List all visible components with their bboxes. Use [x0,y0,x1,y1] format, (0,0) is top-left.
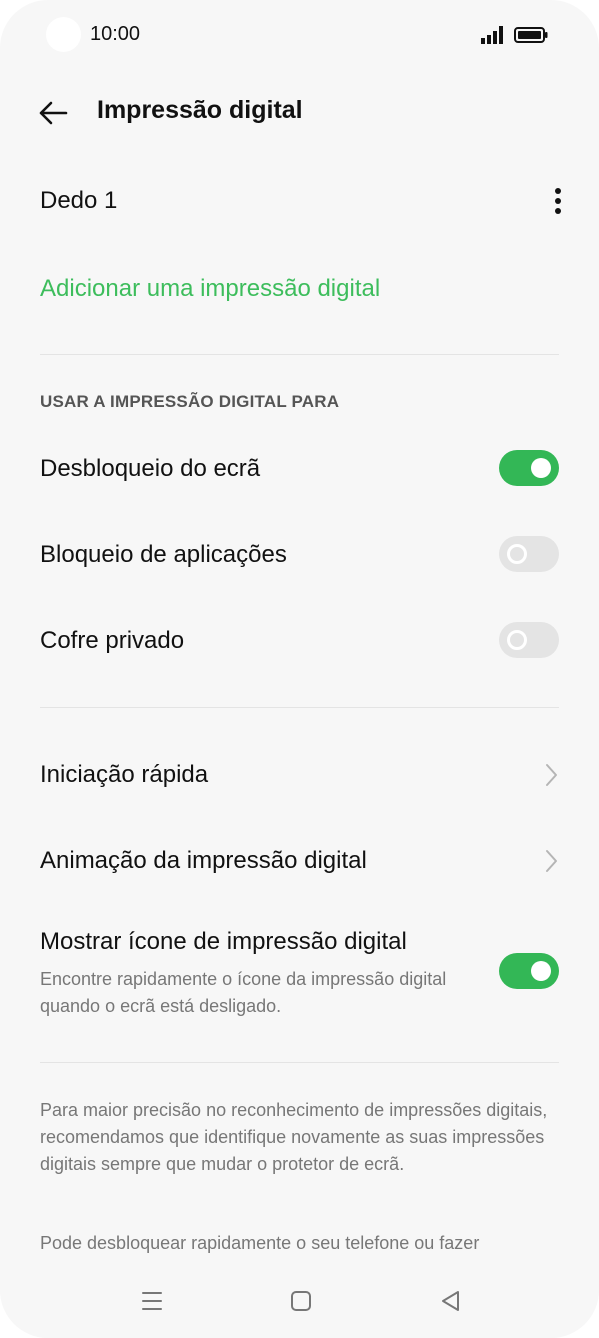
link-row-quick-launch[interactable]: Iniciação rápida [0,742,599,806]
arrow-left-icon[interactable] [36,96,70,130]
divider [40,707,559,708]
info-paragraph: Para maior precisão no reconhecimento de… [40,1100,548,1174]
screen-unlock-toggle[interactable] [499,450,559,486]
signal-icon [481,26,503,44]
status-bar: 10:00 [0,0,599,70]
show-icon-toggle[interactable] [499,953,559,989]
status-time: 10:00 [90,23,141,45]
home-square-icon[interactable] [288,1288,314,1314]
private-safe-toggle[interactable] [499,622,559,658]
toggle-knob [531,458,551,478]
link-label: Iniciação rápida [40,761,209,788]
toggle-row-app-lock[interactable]: Bloqueio de aplicações [0,522,599,586]
app-lock-toggle[interactable] [499,536,559,572]
link-row-fingerprint-animation[interactable]: Animação da impressão digital [0,828,599,892]
chevron-right-icon [546,764,557,786]
navigation-bar [0,1266,599,1338]
show-icon-row[interactable]: Mostrar ícone de impressão digital Encon… [0,910,599,1030]
menu-icon[interactable] [139,1288,165,1314]
phone-screen: 10:00 Impressão digital Dedo 1 Adicionar… [0,0,599,1338]
show-icon-label: Mostrar ícone de impressão digital [40,928,407,955]
link-label: Animação da impressão digital [40,847,367,874]
camera-cutout [46,17,81,52]
more-vertical-icon[interactable] [548,186,568,216]
battery-icon [514,27,548,43]
toggle-knob [531,961,551,981]
toggle-row-private-safe[interactable]: Cofre privado [0,608,599,672]
finger-label: Dedo 1 [40,187,118,214]
finger-row[interactable]: Dedo 1 [0,170,599,234]
page-title: Impressão digital [97,96,303,124]
back-triangle-icon[interactable] [438,1288,464,1314]
chevron-right-icon [546,850,557,872]
divider [40,1062,559,1063]
section-header: USAR A IMPRESSÃO DIGITAL PARA [40,392,340,411]
toggle-knob [507,630,527,650]
toggle-label: Cofre privado [40,627,185,654]
show-icon-description: Encontre rapidamente o ícone da impressã… [40,969,447,1016]
info-paragraph: Pode desbloquear rapidamente o seu telef… [40,1233,480,1253]
toggle-knob [507,544,527,564]
divider [40,354,559,355]
app-header: Impressão digital [0,80,599,144]
toggle-label: Desbloqueio do ecrã [40,455,261,482]
toggle-label: Bloqueio de aplicações [40,541,287,568]
add-fingerprint-link[interactable]: Adicionar uma impressão digital [40,275,380,303]
toggle-row-screen-unlock[interactable]: Desbloqueio do ecrã [0,436,599,500]
